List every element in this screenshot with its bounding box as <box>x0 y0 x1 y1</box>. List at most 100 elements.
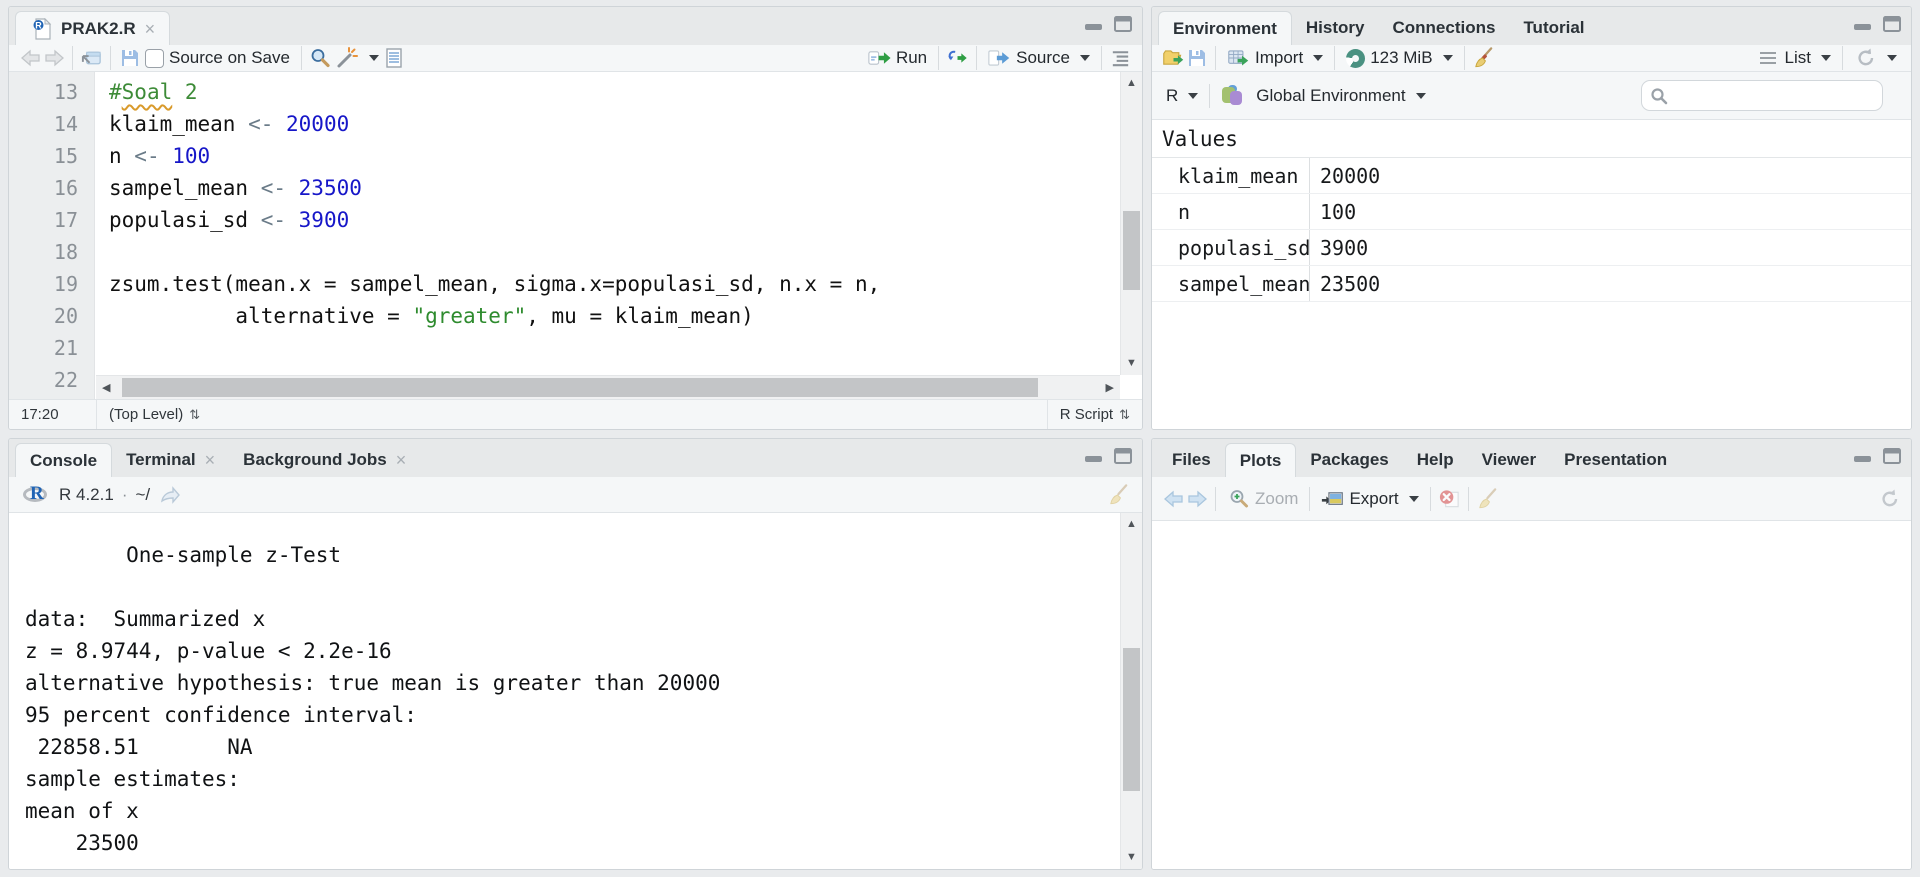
editor-tab-prak2[interactable]: R PRAK2.R × <box>15 11 171 45</box>
code-line-19[interactable]: zsum.test(mean.x = sampel_mean, sigma.x=… <box>109 268 1142 300</box>
back-icon[interactable] <box>19 47 42 69</box>
environment-row-populasi-sd[interactable]: populasi_sd 3900 <box>1152 230 1911 266</box>
remove-plot-icon[interactable] <box>1438 488 1461 510</box>
import-dataset-button[interactable]: Import <box>1223 45 1327 71</box>
list-view-button[interactable]: List <box>1753 45 1835 71</box>
code-line-13[interactable]: #Soal 2 <box>109 76 1142 108</box>
minimize-icon[interactable] <box>1083 15 1105 33</box>
refresh-button[interactable] <box>1850 45 1901 71</box>
r-logo-icon: R <box>21 483 51 507</box>
environment-toolbar: Import 123 MiB List <box>1152 45 1911 72</box>
env-tab-connections[interactable]: Connections <box>1378 11 1509 45</box>
document-outline-icon[interactable] <box>1109 47 1132 69</box>
scroll-right-icon[interactable]: ▶ <box>1100 381 1120 394</box>
environment-scope-selector[interactable]: Global Environment <box>1217 83 1429 109</box>
code-line-21[interactable] <box>109 332 1142 364</box>
code-line-20[interactable]: alternative = "greater", mu = klaim_mean… <box>109 300 1142 332</box>
scroll-up-icon[interactable]: ▲ <box>1126 513 1137 536</box>
maximize-icon[interactable] <box>1881 15 1903 33</box>
scroll-down-icon[interactable]: ▼ <box>1126 846 1137 869</box>
source-on-save-toggle[interactable]: Source on Save <box>141 46 294 70</box>
console-tab-console[interactable]: Console <box>15 443 113 477</box>
plots-tab-viewer[interactable]: Viewer <box>1468 443 1551 477</box>
maximize-icon[interactable] <box>1112 447 1134 465</box>
scrollbar-thumb[interactable] <box>1123 211 1140 291</box>
code-lines[interactable]: #Soal 2 klaim_mean <- 20000 n <- 100 sampel… <box>95 72 1142 399</box>
plots-tab-help[interactable]: Help <box>1403 443 1468 477</box>
source-on-save-checkbox[interactable] <box>145 48 164 68</box>
source-button[interactable]: Source <box>984 45 1094 71</box>
environment-row-sampel-mean[interactable]: sampel_mean 23500 <box>1152 266 1911 302</box>
goto-directory-icon[interactable] <box>158 484 181 506</box>
environment-row-n[interactable]: n 100 <box>1152 194 1911 230</box>
code-line-15[interactable]: n <- 100 <box>109 140 1142 172</box>
cursor-position[interactable]: 17:20 <box>9 406 96 423</box>
minimize-icon[interactable] <box>1083 447 1105 465</box>
scroll-down-icon[interactable]: ▼ <box>1126 352 1137 375</box>
plots-tab-files[interactable]: Files <box>1158 443 1225 477</box>
language-selector[interactable]: R <box>1162 84 1202 108</box>
refresh-plots-icon[interactable] <box>1878 488 1901 510</box>
filetype-selector[interactable]: R Script ⇅ <box>1048 406 1142 423</box>
env-tab-tutorial[interactable]: Tutorial <box>1509 11 1598 45</box>
line-number: 22 <box>53 368 78 392</box>
zoom-plot-button[interactable]: Zoom <box>1223 486 1302 512</box>
maximize-icon[interactable] <box>1881 447 1903 465</box>
env-tab-environment[interactable]: Environment <box>1158 11 1292 45</box>
plots-tab-plots[interactable]: Plots <box>1224 443 1297 477</box>
minimize-icon[interactable] <box>1852 15 1874 33</box>
minimize-icon[interactable] <box>1852 447 1874 465</box>
forward-icon[interactable] <box>42 47 65 69</box>
scrollbar-thumb[interactable] <box>1123 648 1140 791</box>
show-in-new-window-icon[interactable] <box>80 47 103 69</box>
console-tab-background-jobs[interactable]: Background Jobs × <box>229 443 420 477</box>
environment-row-klaim-mean[interactable]: klaim_mean 20000 <box>1152 158 1911 194</box>
clear-console-broom-icon[interactable] <box>1107 483 1130 506</box>
code-line-16[interactable]: sampel_mean <- 23500 <box>109 172 1142 204</box>
editor-vertical-scrollbar[interactable]: ▲ ▼ <box>1120 72 1142 375</box>
line-number: 21 <box>53 336 78 360</box>
chevron-down-icon <box>1408 495 1419 502</box>
search-input[interactable] <box>1674 87 1874 104</box>
scroll-up-icon[interactable]: ▲ <box>1126 72 1137 95</box>
console-vertical-scrollbar[interactable]: ▲ ▼ <box>1120 513 1142 869</box>
console-pane: Console Terminal × Background Jobs × R R 4.2… <box>8 438 1143 870</box>
tab-close-icon[interactable]: × <box>205 451 216 469</box>
export-plot-button[interactable]: Export <box>1317 486 1422 512</box>
environment-search-box[interactable] <box>1641 80 1883 111</box>
maximize-icon[interactable] <box>1112 15 1134 33</box>
tab-label: History <box>1305 18 1365 37</box>
next-plot-icon[interactable] <box>1185 488 1208 510</box>
scope-selector[interactable]: (Top Level) ⇅ <box>97 406 212 423</box>
console-tab-terminal[interactable]: Terminal × <box>112 443 229 477</box>
code-line-17[interactable]: populasi_sd <- 3900 <box>109 204 1142 236</box>
plots-tab-packages[interactable]: Packages <box>1296 443 1402 477</box>
tab-label: Files <box>1172 450 1211 469</box>
close-icon[interactable]: × <box>145 20 156 38</box>
save-icon[interactable] <box>118 47 141 69</box>
compile-report-icon[interactable] <box>383 47 406 69</box>
tab-label: Presentation <box>1564 450 1668 469</box>
load-workspace-icon[interactable] <box>1162 47 1185 69</box>
plots-tab-presentation[interactable]: Presentation <box>1550 443 1681 477</box>
rerun-icon[interactable] <box>946 47 969 69</box>
run-button[interactable]: Run <box>864 45 931 71</box>
env-tab-history[interactable]: History <box>1292 11 1379 45</box>
memory-usage-button[interactable]: 123 MiB <box>1342 46 1456 70</box>
refresh-icon <box>1854 47 1877 69</box>
tab-close-icon[interactable]: × <box>396 451 407 469</box>
code-tools-button[interactable] <box>332 45 383 71</box>
save-workspace-icon[interactable] <box>1185 47 1208 69</box>
previous-plot-icon[interactable] <box>1162 488 1185 510</box>
console-output-area[interactable]: One-sample z-Test data: Summarized x z =… <box>9 513 1142 869</box>
code-line-14[interactable]: klaim_mean <- 20000 <box>109 108 1142 140</box>
find-icon[interactable] <box>309 47 332 69</box>
source-editor-pane: R PRAK2.R × Source on Save Run Source 13… <box>8 6 1143 430</box>
clear-all-plots-broom-icon[interactable] <box>1476 487 1499 510</box>
scroll-left-icon[interactable]: ◀ <box>96 381 116 394</box>
code-line-18[interactable] <box>109 236 1142 268</box>
clear-workspace-broom-icon[interactable] <box>1472 47 1495 69</box>
code-editor[interactable]: 13 14 15 16 17 18 19 20 21 22 #Soal 2 klaim_mean <… <box>9 72 1142 399</box>
scrollbar-thumb[interactable] <box>122 378 1039 397</box>
editor-horizontal-scrollbar[interactable]: ◀ ▶ <box>96 375 1120 399</box>
